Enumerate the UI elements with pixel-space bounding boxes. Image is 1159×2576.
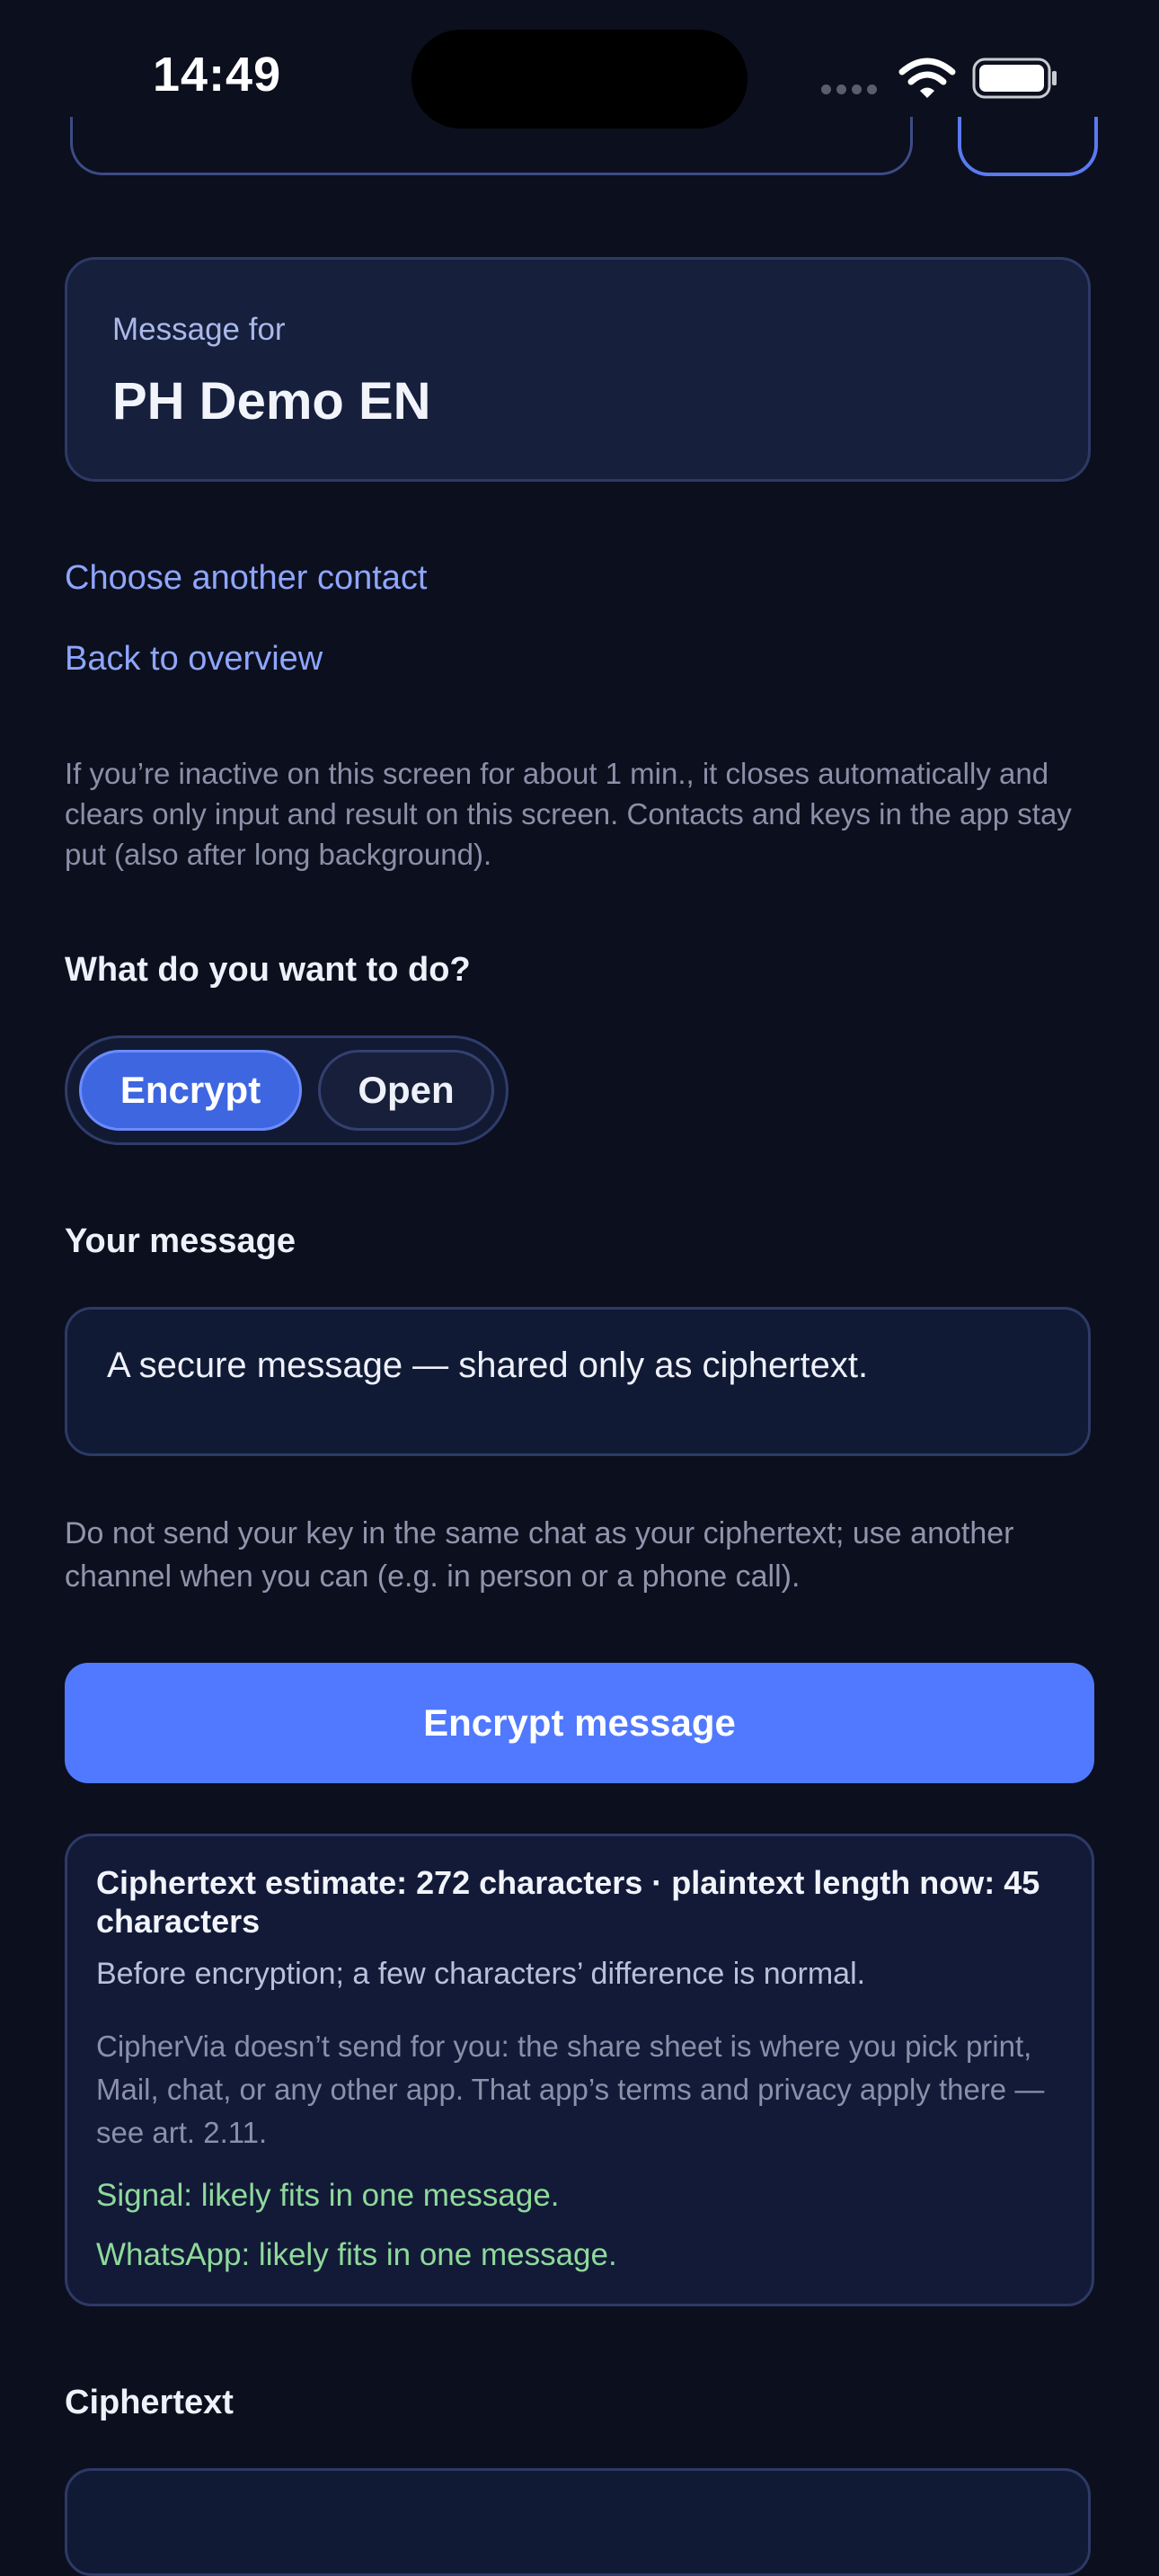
status-time: 14:49 — [153, 48, 282, 102]
mode-encrypt-button[interactable]: Encrypt — [79, 1050, 302, 1131]
encrypt-message-button[interactable]: Encrypt message — [65, 1663, 1094, 1783]
ciphertext-output[interactable] — [65, 2468, 1091, 2576]
recipient-card: Message for PH Demo EN — [65, 257, 1091, 482]
battery-icon — [972, 58, 1057, 99]
inactivity-hint: If you’re inactive on this screen for ab… — [65, 757, 1072, 871]
estimate-subtitle: Before encryption; a few characters’ dif… — [96, 1957, 866, 1991]
back-to-overview-link[interactable]: Back to overview — [65, 640, 323, 679]
message-input[interactable]: A secure message — shared only as cipher… — [65, 1307, 1091, 1456]
share-sheet-note: CipherVia doesn’t send for you: the shar… — [96, 2030, 1045, 2149]
ciphertext-label: Ciphertext — [65, 2384, 234, 2421]
wifi-icon — [898, 58, 956, 98]
dynamic-island — [411, 30, 748, 129]
message-value: A secure message — shared only as cipher… — [107, 1346, 869, 1385]
recipient-label: Message for — [112, 312, 286, 347]
ciphertext-estimate-card: Ciphertext estimate: 272 characters · pl… — [65, 1834, 1094, 2306]
cellular-signal-icon — [821, 83, 884, 95]
mode-open-button[interactable]: Open — [318, 1050, 494, 1131]
estimate-title: Ciphertext estimate: 272 characters · pl… — [96, 1864, 1040, 1940]
whatsapp-fit-status: WhatsApp: likely fits in one message. — [96, 2237, 617, 2272]
signal-fit-status: Signal: likely fits in one message. — [96, 2178, 560, 2213]
choose-contact-link[interactable]: Choose another contact — [65, 559, 428, 598]
recipient-name: PH Demo EN — [112, 372, 431, 431]
mode-segmented-control: Encrypt Open — [65, 1035, 509, 1145]
mode-question: What do you want to do? — [65, 951, 471, 989]
key-channel-hint: Do not send your key in the same chat as… — [65, 1516, 1014, 1594]
contact-action-button[interactable] — [958, 117, 1098, 176]
contact-search-input[interactable] — [70, 117, 913, 175]
message-label: Your message — [65, 1222, 296, 1260]
